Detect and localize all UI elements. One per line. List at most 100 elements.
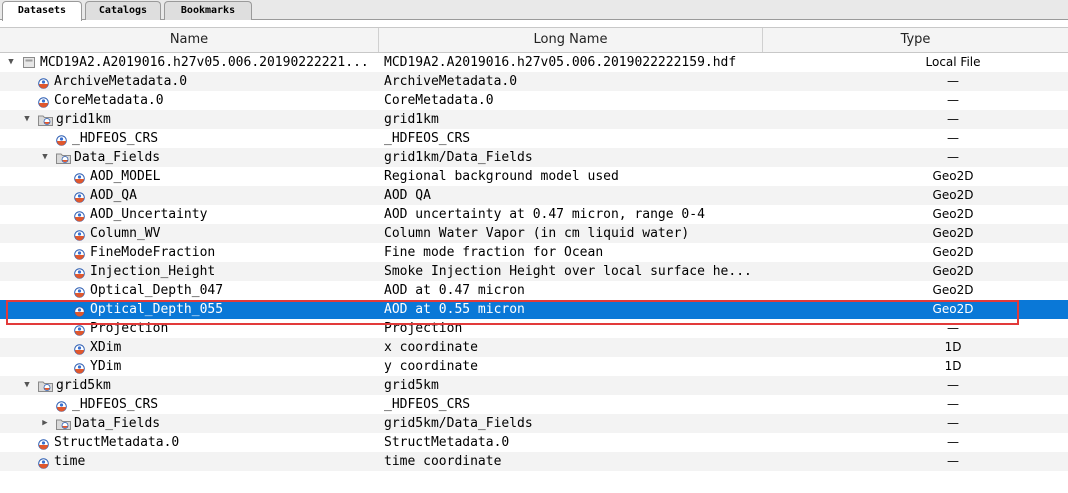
row-type: — [947, 435, 959, 449]
row-type: — [947, 74, 959, 88]
column-header-name[interactable]: Name [0, 28, 379, 52]
row-name: _HDFEOS_CRS [72, 131, 159, 146]
row-long-name: grid1km/Data_Fields [384, 150, 533, 165]
dataset-tree: ▼ MCD19A2.A2019016.h27v05.006.20190222221… [0, 53, 1068, 471]
row-long-name: _HDFEOS_CRS [384, 397, 471, 412]
row-long-name: AOD at 0.55 micron [384, 302, 525, 317]
row-name: Projection [90, 321, 169, 336]
row-long-name: ArchiveMetadata.0 [384, 74, 518, 89]
row-long-name: Projection [384, 321, 463, 336]
row-type: 1D [944, 359, 962, 373]
row-long-name: Smoke Injection Height over local surfac… [384, 264, 752, 279]
table-row[interactable]: AOD_QA AOD QA Geo2D [0, 186, 1068, 205]
table-row[interactable]: ArchiveMetadata.0 ArchiveMetadata.0 — [0, 72, 1068, 91]
row-name: Data_Fields [74, 150, 161, 165]
row-long-name: y coordinate [384, 359, 478, 374]
table-row[interactable]: ▼ grid5km grid5km — [0, 376, 1068, 395]
row-name: CoreMetadata.0 [54, 93, 164, 108]
row-type: Geo2D [932, 264, 974, 278]
row-type: 1D [944, 340, 962, 354]
row-long-name: Regional background model used [384, 169, 619, 184]
row-type: — [947, 416, 959, 430]
row-long-name: _HDFEOS_CRS [384, 131, 471, 146]
column-header-long-name[interactable]: Long Name [379, 28, 763, 52]
row-type: — [947, 454, 959, 468]
row-name: Optical_Depth_047 [90, 283, 224, 298]
row-type: — [947, 112, 959, 126]
table-row[interactable]: _HDFEOS_CRS _HDFEOS_CRS — [0, 395, 1068, 414]
table-row[interactable]: ▼ Data_Fields grid1km/Data_Fields — [0, 148, 1068, 167]
table-row[interactable]: Column_WV Column Water Vapor (in cm liqui… [0, 224, 1068, 243]
row-name: Data_Fields [74, 416, 161, 431]
table-header: Name Long Name Type [0, 27, 1068, 53]
row-long-name: AOD QA [384, 188, 431, 203]
row-name: _HDFEOS_CRS [72, 397, 159, 412]
row-type: Geo2D [932, 188, 974, 202]
expand-arrow-down-icon[interactable]: ▼ [21, 376, 33, 395]
table-row[interactable]: Injection_Height Smoke Injection Height o… [0, 262, 1068, 281]
table-row[interactable]: XDim x coordinate 1D [0, 338, 1068, 357]
row-type: Local File [925, 55, 981, 69]
expand-arrow-down-icon[interactable]: ▼ [5, 53, 17, 72]
row-name: Optical_Depth_055 [90, 302, 224, 317]
table-row[interactable]: time time coordinate — [0, 452, 1068, 471]
table-row[interactable]: ▶ Data_Fields grid5km/Data_Fields — [0, 414, 1068, 433]
row-long-name: x coordinate [384, 340, 478, 355]
table-row[interactable]: AOD_MODEL Regional background model used G… [0, 167, 1068, 186]
row-long-name: Column Water Vapor (in cm liquid water) [384, 226, 690, 241]
row-long-name: AOD uncertainty at 0.47 micron, range 0-… [384, 207, 705, 222]
row-name: AOD_MODEL [90, 169, 161, 184]
row-name: AOD_Uncertainty [90, 207, 208, 222]
row-name: YDim [90, 359, 122, 374]
table-row[interactable]: FineModeFraction Fine mode fraction for O… [0, 243, 1068, 262]
row-name: ArchiveMetadata.0 [54, 74, 188, 89]
table-row[interactable]: YDim y coordinate 1D [0, 357, 1068, 376]
row-long-name: grid1km [384, 112, 439, 127]
row-name: MCD19A2.A2019016.h27v05.006.20190222221.… [40, 55, 369, 70]
tab-bookmarks[interactable]: Bookmarks [164, 1, 252, 20]
expand-arrow-right-icon[interactable]: ▶ [39, 414, 51, 433]
row-type: — [947, 397, 959, 411]
row-type: — [947, 93, 959, 107]
column-header-type[interactable]: Type [763, 28, 1068, 52]
expand-arrow-down-icon[interactable]: ▼ [39, 148, 51, 167]
row-name: StructMetadata.0 [54, 435, 180, 450]
tab-datasets[interactable]: Datasets [2, 1, 82, 21]
row-type: — [947, 378, 959, 392]
row-long-name: StructMetadata.0 [384, 435, 510, 450]
tab-bar: Datasets Catalogs Bookmarks [0, 0, 1068, 21]
row-type: Geo2D [932, 169, 974, 183]
row-long-name: Fine mode fraction for Ocean [384, 245, 604, 260]
row-type: Geo2D [932, 245, 974, 259]
row-name: grid1km [56, 112, 111, 127]
table-row[interactable]: Optical_Depth_055 AOD at 0.55 micron Geo2D [0, 300, 1068, 319]
row-name: grid5km [56, 378, 111, 393]
table-row[interactable]: _HDFEOS_CRS _HDFEOS_CRS — [0, 129, 1068, 148]
row-long-name: time coordinate [384, 454, 502, 469]
row-type: — [947, 150, 959, 164]
row-type: Geo2D [932, 207, 974, 221]
table-row[interactable]: Optical_Depth_047 AOD at 0.47 micron Geo2D [0, 281, 1068, 300]
table-row[interactable]: CoreMetadata.0 CoreMetadata.0 — [0, 91, 1068, 110]
row-name: AOD_QA [90, 188, 137, 203]
row-type: Geo2D [932, 226, 974, 240]
expand-arrow-down-icon[interactable]: ▼ [21, 110, 33, 129]
row-long-name: grid5km [384, 378, 439, 393]
row-long-name: grid5km/Data_Fields [384, 416, 533, 431]
table-row[interactable]: Projection Projection — [0, 319, 1068, 338]
row-type: Geo2D [932, 283, 974, 297]
row-type: Geo2D [932, 302, 974, 316]
table-row[interactable]: StructMetadata.0 StructMetadata.0 — [0, 433, 1068, 452]
row-name: Column_WV [90, 226, 161, 241]
row-name: XDim [90, 340, 122, 355]
row-name: FineModeFraction [90, 245, 216, 260]
table-row[interactable]: AOD_Uncertainty AOD uncertainty at 0.47 m… [0, 205, 1068, 224]
row-name: time [54, 454, 86, 469]
row-long-name: CoreMetadata.0 [384, 93, 494, 108]
tab-catalogs[interactable]: Catalogs [85, 1, 161, 20]
row-long-name: MCD19A2.A2019016.h27v05.006.201902222215… [384, 55, 737, 70]
table-row[interactable]: ▼ grid1km grid1km — [0, 110, 1068, 129]
row-long-name: AOD at 0.47 micron [384, 283, 525, 298]
table-row[interactable]: ▼ MCD19A2.A2019016.h27v05.006.20190222221… [0, 53, 1068, 72]
row-type: — [947, 321, 959, 335]
